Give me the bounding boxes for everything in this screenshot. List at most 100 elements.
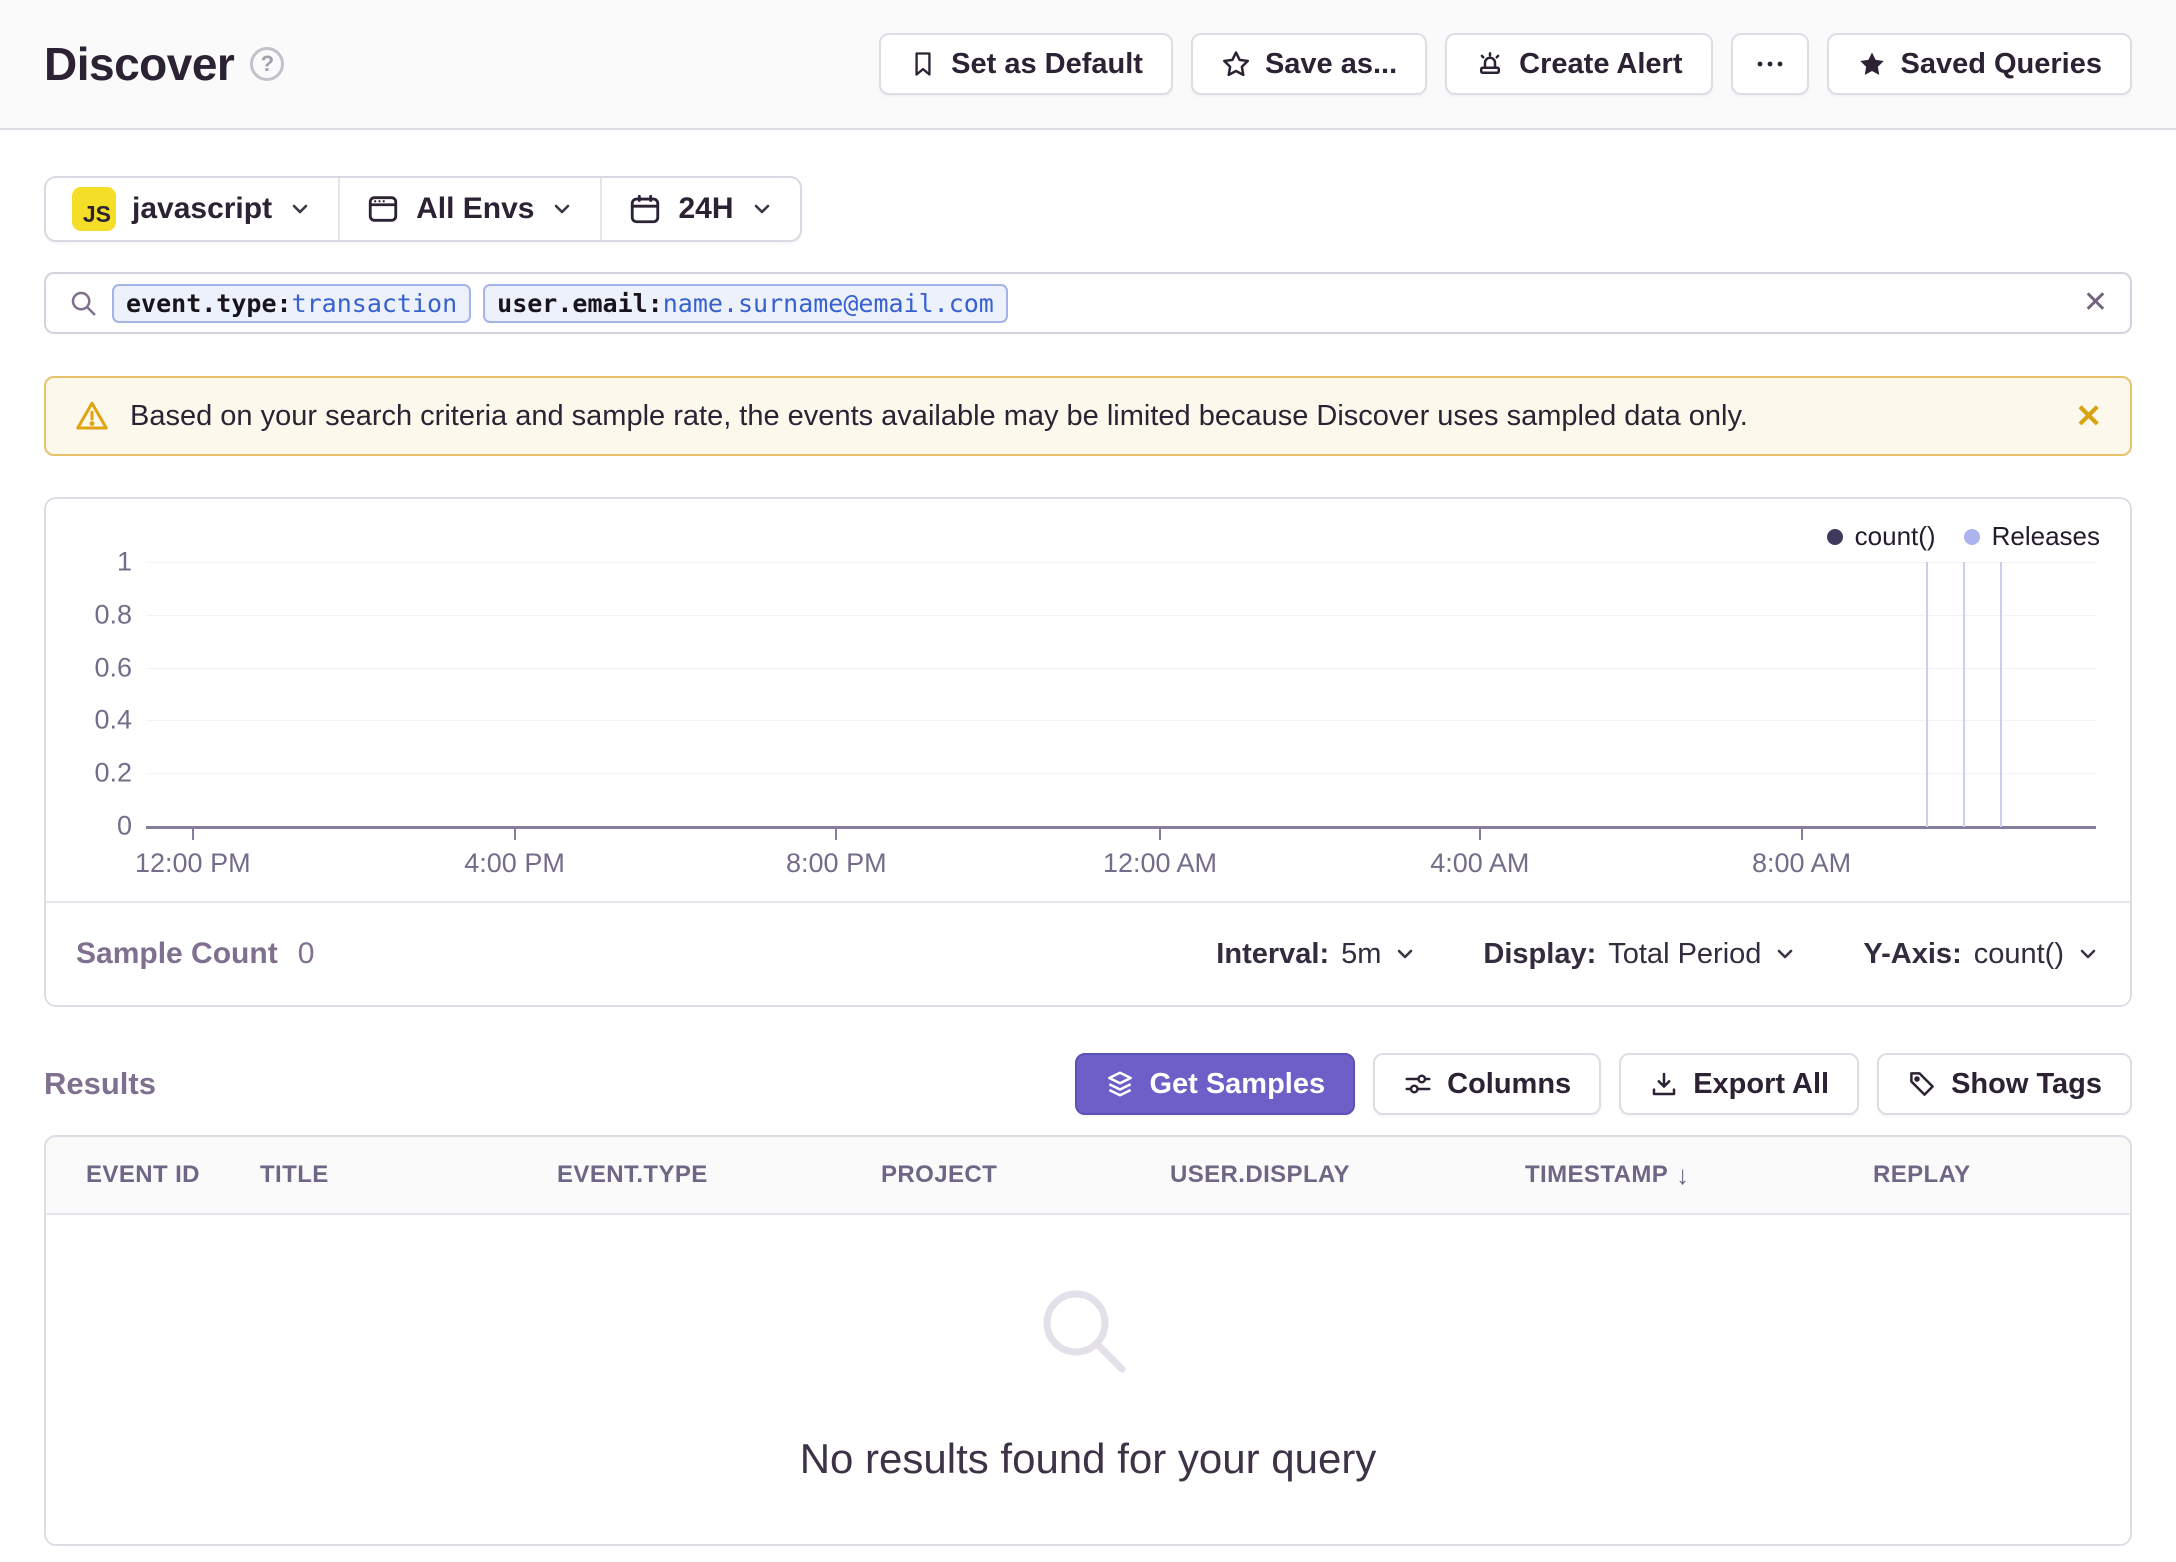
get-samples-button[interactable]: Get Samples [1075,1053,1356,1115]
dismiss-warning-icon[interactable]: ✕ [2075,400,2102,432]
gridline [146,562,2096,563]
x-axis-tick [1478,829,1481,840]
interval-select[interactable]: Interval: 5m [1216,938,1417,971]
column-header-timestamp[interactable]: TIMESTAMP ↓ [1525,1160,1873,1191]
calendar-icon [631,194,660,224]
gridline [146,720,2096,722]
gridline [146,667,2096,669]
javascript-project-icon: JS [72,187,116,231]
column-header-event-type[interactable]: EVENT.TYPE [557,1161,881,1189]
environment-filter[interactable]: All Envs [338,178,600,240]
saved-queries-button[interactable]: Saved Queries [1826,33,2132,95]
release-marker-line [2000,562,2003,827]
search-token[interactable]: user.email: name.surname@email.com [483,283,1008,323]
bookmark-icon [915,52,931,76]
gridline [146,614,2096,616]
sort-descending-icon: ↓ [1676,1159,1690,1190]
clear-search-icon[interactable]: ✕ [2083,288,2108,318]
download-icon [1652,1072,1676,1096]
search-icon [71,291,96,316]
results-table: EVENT ID TITLE EVENT.TYPE PROJECT USER.D… [44,1135,2132,1546]
help-icon[interactable]: ? [250,47,285,81]
project-filter[interactable]: JS javascript [46,178,338,240]
empty-state-message: No results found for your query [799,1434,1377,1482]
column-header-user-display[interactable]: USER.DISPLAY [1170,1161,1525,1189]
window-icon [368,196,398,222]
x-axis-tick [1800,829,1803,840]
legend-item-count[interactable]: count() [1826,521,1936,552]
x-axis-tick-label: 12:00 AM [1102,848,1218,878]
create-alert-button[interactable]: Create Alert [1445,33,1713,95]
column-header-title[interactable]: TITLE [260,1161,557,1189]
header-actions: Set as Default Save as... Create Alert S… [879,33,2132,95]
more-options-button[interactable] [1730,33,1809,95]
results-header: Results Get Samples Columns Export All S… [44,1053,2132,1115]
search-token[interactable]: event.type: transaction [112,283,472,323]
set-as-default-button[interactable]: Set as Default [879,33,1173,95]
time-range-filter[interactable]: 24H [600,178,799,240]
x-axis-tick-label: 4:00 AM [1430,848,1530,878]
display-select[interactable]: Display: Total Period [1483,938,1797,971]
x-axis-tick [1159,829,1161,840]
y-axis-tick-label: 1 [116,546,132,577]
warning-message: Based on your search criteria and sample… [130,399,1748,432]
tag-icon [1910,1072,1934,1096]
chart-legend: count() Releases [1826,521,2100,552]
column-header-project[interactable]: PROJECT [881,1161,1170,1189]
x-axis-tick [835,829,838,840]
y-axis-tick-label: 0.4 [94,704,132,735]
y-axis-tick-label: 0.2 [94,757,132,788]
results-table-header-row: EVENT ID TITLE EVENT.TYPE PROJECT USER.D… [46,1137,2130,1215]
layers-icon [1108,1071,1133,1097]
project-filter-label: javascript [132,192,273,225]
export-all-button[interactable]: Export All [1619,1053,1860,1115]
y-axis-select[interactable]: Y-Axis: count() [1863,938,2100,971]
siren-icon [1480,52,1501,74]
chevron-down-icon [2080,949,2096,959]
time-range-filter-label: 24H [678,192,734,225]
y-axis-tick-label: 0.8 [94,599,132,630]
ellipsis-icon [1757,61,1782,67]
page-title: Discover [44,38,235,90]
search-input[interactable]: event.type: transaction user.email: name.s… [112,283,2069,323]
page-header: Discover ? Set as Default Save as... Cre… [0,0,2176,130]
chart-footer: Sample Count 0 Interval: 5m Display: Tot… [46,901,2130,1005]
page-filter-bar: JS javascript All Envs 24H [44,176,802,242]
search-bar[interactable]: event.type: transaction user.email: name.s… [44,272,2132,334]
releases-legend-dot-icon [1963,528,1980,545]
star-outline-icon [1222,51,1249,77]
x-axis-tick-label: 12:00 PM [135,848,251,878]
chevron-down-icon [1778,949,1793,959]
columns-button[interactable]: Columns [1373,1053,1602,1115]
column-header-replay[interactable]: REPLAY [1873,1161,2130,1189]
x-axis-tick [191,829,194,840]
count-legend-dot-icon [1826,528,1843,545]
release-marker-line [1963,562,1966,827]
sliders-icon [1405,1074,1431,1094]
chevron-down-icon [555,204,570,214]
x-axis-tick-label: 8:00 AM [1752,848,1852,878]
x-axis-tick-label: 4:00 PM [464,848,565,878]
environment-filter-label: All Envs [416,192,535,225]
y-axis-tick-label: 0 [116,810,132,841]
show-tags-button[interactable]: Show Tags [1877,1053,2132,1115]
warning-triangle-icon [76,401,108,430]
chevron-down-icon [292,204,308,214]
column-header-event-id[interactable]: EVENT ID [86,1161,260,1189]
chart-plot-area[interactable]: 1 0.8 0.6 0.4 0.2 0 12:00 PM 4:00 PM 8:00 PM 12:0… [94,547,2096,878]
x-axis-tick [513,829,516,840]
star-filled-icon [1859,52,1884,75]
chevron-down-icon [1398,949,1413,959]
gridline [146,773,2096,775]
legend-item-releases[interactable]: Releases [1963,521,2100,552]
sampled-data-warning-banner: Based on your search criteria and sample… [44,376,2132,456]
events-chart-card: count() Releases 1 0.8 0.6 0.4 0.2 0 12:00 PM 4… [44,497,2132,1007]
results-title: Results [44,1066,156,1101]
empty-search-icon [1043,1290,1126,1372]
chevron-down-icon [754,204,769,214]
empty-state: No results found for your query [46,1215,2130,1544]
y-axis-tick-label: 0.6 [94,652,132,683]
release-marker-line [1926,562,1929,827]
sample-count: Sample Count 0 [76,937,315,970]
save-as-button[interactable]: Save as... [1190,33,1428,95]
